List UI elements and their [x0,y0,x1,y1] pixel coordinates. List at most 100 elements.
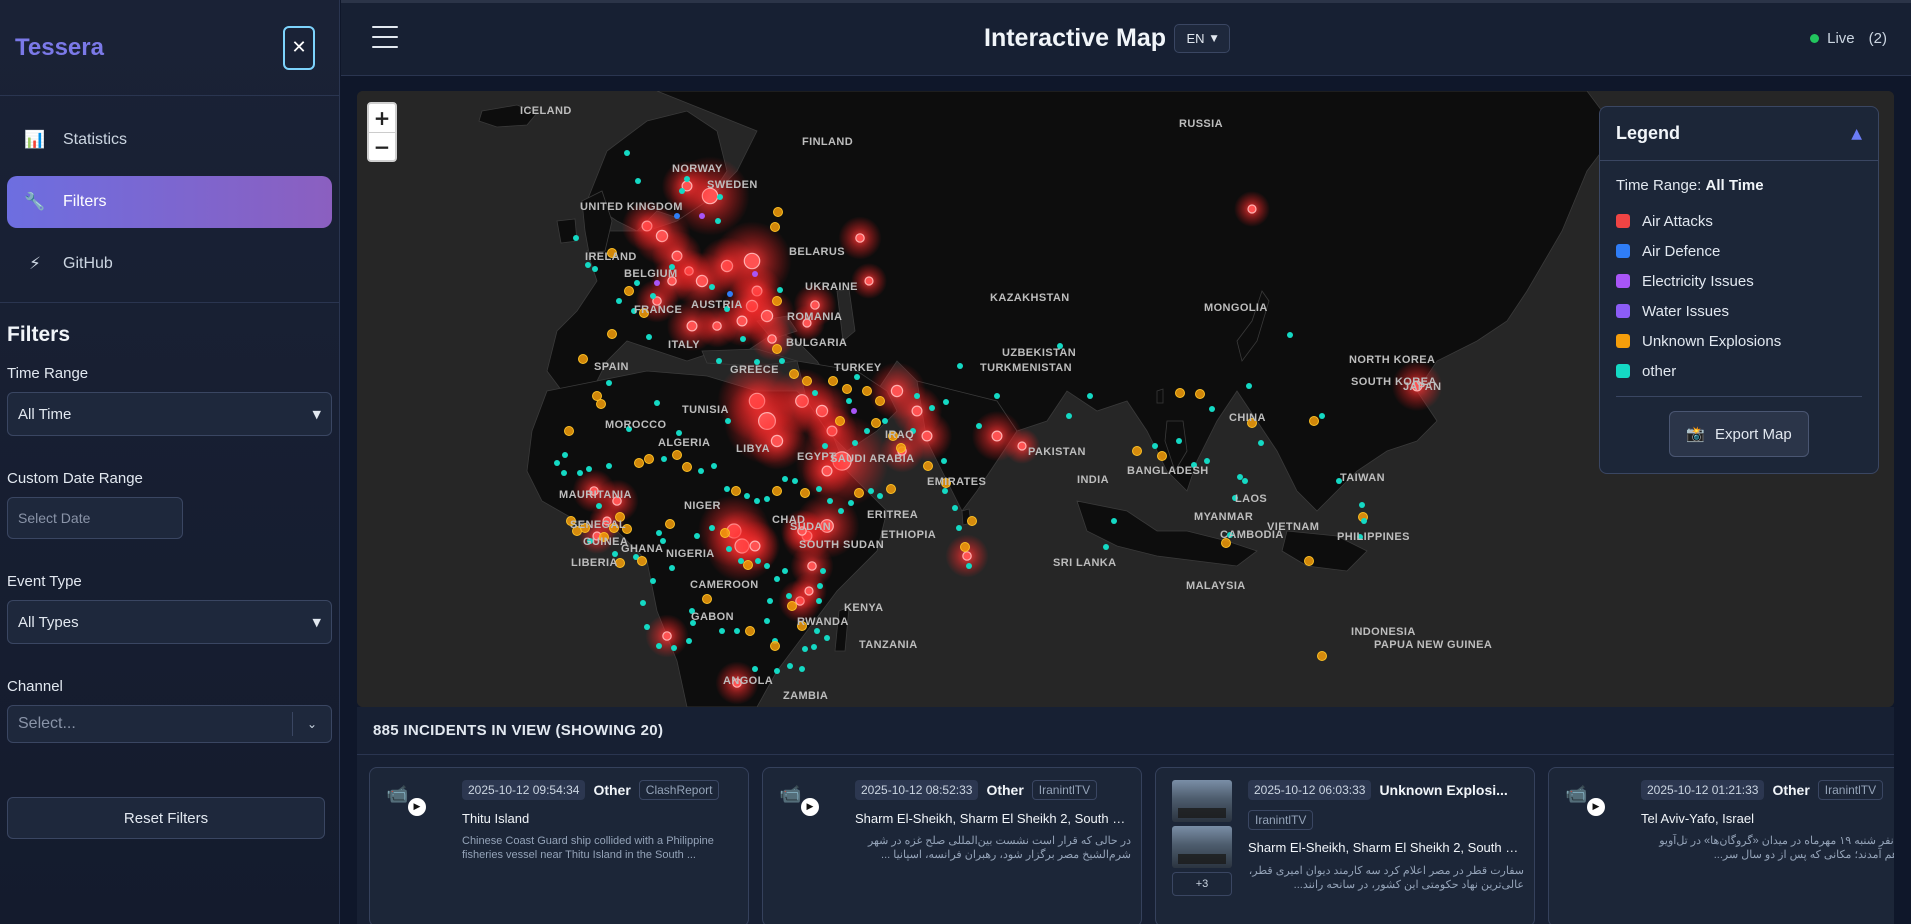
incident-marker [644,454,654,464]
incident-marker [1152,443,1158,449]
incident-marker [752,271,758,277]
camera-icon: 📸 [1686,425,1705,443]
map-label: FRANCE [634,304,683,316]
legend-item: Water Issues [1616,296,1862,326]
incident-marker [782,476,788,482]
incident-location: Tel Aviv-Yafo, Israel [1641,811,1754,826]
play-icon[interactable]: ▶ [408,798,426,816]
air-attack-marker [821,465,833,477]
incident-card[interactable]: +3 2025-10-12 06:03:33 Unknown Explosi..… [1155,767,1535,924]
legend-swatch [1616,274,1630,288]
sidebar-item-label: Filters [63,193,107,210]
incident-marker [868,488,874,494]
incident-marker [654,400,660,406]
incident-marker [854,374,860,380]
incident-marker [592,266,598,272]
incident-card[interactable]: 📹 ▶ 2025-10-12 09:54:34 Other ClashRepor… [369,767,749,924]
incident-channel[interactable]: IranintlTV [1248,810,1314,830]
incident-card[interactable]: 📹 ▶ 2025-10-12 08:52:33 Other IranintlTV… [762,767,1142,924]
air-attack-marker [991,430,1003,442]
incident-marker [1246,383,1252,389]
incident-marker [1237,474,1243,480]
legend-time-range: Time Range: All Time [1616,177,1862,194]
map-label: GABON [691,611,734,623]
divider [341,0,1911,3]
date-input[interactable]: Select Date [7,497,183,539]
incident-marker [942,488,948,494]
lightning-icon: ⚡ [29,254,41,274]
incident-marker [607,329,617,339]
play-icon[interactable]: ▶ [801,798,819,816]
incident-timestamp: 2025-10-12 01:21:33 [1641,780,1765,800]
incident-meta: 2025-10-12 08:52:33 Other IranintlTV [855,780,1098,800]
incident-marker [799,666,805,672]
map-canvas[interactable]: + − ICELAND NORWAY SWEDEN FINLAND RUSSIA UNIT… [357,91,1894,707]
thumbnail-image[interactable] [1172,780,1232,822]
incident-marker [709,525,715,531]
map-label: SOUTH SUDAN [799,539,885,551]
brand-logo[interactable]: Tessera [15,34,104,62]
video-camera-icon: 📹 [779,784,802,805]
incident-marker [1157,451,1167,461]
close-icon: ✕ [291,37,307,58]
language-select[interactable]: EN ▼ [1174,24,1230,53]
incident-marker [838,508,844,514]
time-range-label: Time Range [7,365,89,382]
video-thumbnail[interactable]: 📹 ▶ [779,784,819,816]
incident-marker [772,296,782,306]
incident-marker [835,416,845,426]
event-type-select[interactable]: All Types ▼ [7,600,332,644]
incident-marker [1209,406,1215,412]
incident-channel[interactable]: IranintlTV [1031,780,1098,800]
air-attack-marker [962,551,972,561]
incident-channel[interactable]: IranintlTV [1817,780,1884,800]
hamburger-menu-icon[interactable] [372,26,398,48]
incident-marker [846,398,852,404]
map-label: TUNISIA [682,404,729,416]
incident-marker [886,484,896,494]
video-thumbnail[interactable]: 📹 ▶ [1565,784,1605,816]
media-thumbnails[interactable]: +3 [1172,780,1232,896]
incident-marker [956,525,962,531]
incident-description: در حالی که قرار است نشست بین‌المللی صلح … [867,835,1131,861]
incident-marker [764,563,770,569]
chevron-down-icon: ▼ [1210,33,1218,44]
incident-marker [824,635,830,641]
incident-marker [875,396,885,406]
incident-marker [596,503,602,509]
incident-type: Other [1772,782,1810,798]
incident-marker [679,188,685,194]
incident-marker [864,428,870,434]
incident-card[interactable]: 📹 ▶ 2025-10-12 01:21:33 Other IranintlTV… [1548,767,1894,924]
zoom-out-button[interactable]: − [369,132,395,160]
play-icon[interactable]: ▶ [1587,798,1605,816]
reset-filters-button[interactable]: Reset Filters [7,797,325,839]
channel-select[interactable]: Select... ⌄ [7,705,332,743]
more-media-button[interactable]: +3 [1172,872,1232,896]
legend-label: Air Attacks [1642,212,1713,230]
incident-marker [634,458,644,468]
time-range-select[interactable]: All Time ▼ [7,392,332,436]
collapse-arrow-icon[interactable]: ▲ [1851,126,1862,142]
air-attack-marker [804,586,814,596]
export-map-button[interactable]: 📸 Export Map [1669,411,1809,457]
video-thumbnail[interactable]: 📹 ▶ [386,784,426,816]
incident-type: Unknown Explosi... [1379,782,1508,798]
incident-channel[interactable]: ClashReport [638,780,720,800]
incident-marker [774,668,780,674]
thumbnail-image[interactable] [1172,826,1232,868]
zoom-in-button[interactable]: + [369,104,395,132]
incident-marker [586,466,592,472]
incident-marker [1195,389,1205,399]
sidebar-item-statistics[interactable]: 📊 Statistics [7,114,332,166]
legend-header[interactable]: Legend ▲ [1600,107,1878,161]
sidebar-item-label: GitHub [63,255,113,272]
close-sidebar-button[interactable]: ✕ [283,25,315,70]
sidebar-item-filters[interactable]: 🔧 Filters [7,176,332,228]
incident-marker [577,470,583,476]
map-label: ERITREA [867,509,919,521]
map-label: MALAYSIA [1186,580,1246,592]
air-attack-marker [749,540,761,552]
chevron-down-icon[interactable]: ⌄ [293,717,331,731]
sidebar-item-github[interactable]: ⚡ GitHub [7,238,332,290]
